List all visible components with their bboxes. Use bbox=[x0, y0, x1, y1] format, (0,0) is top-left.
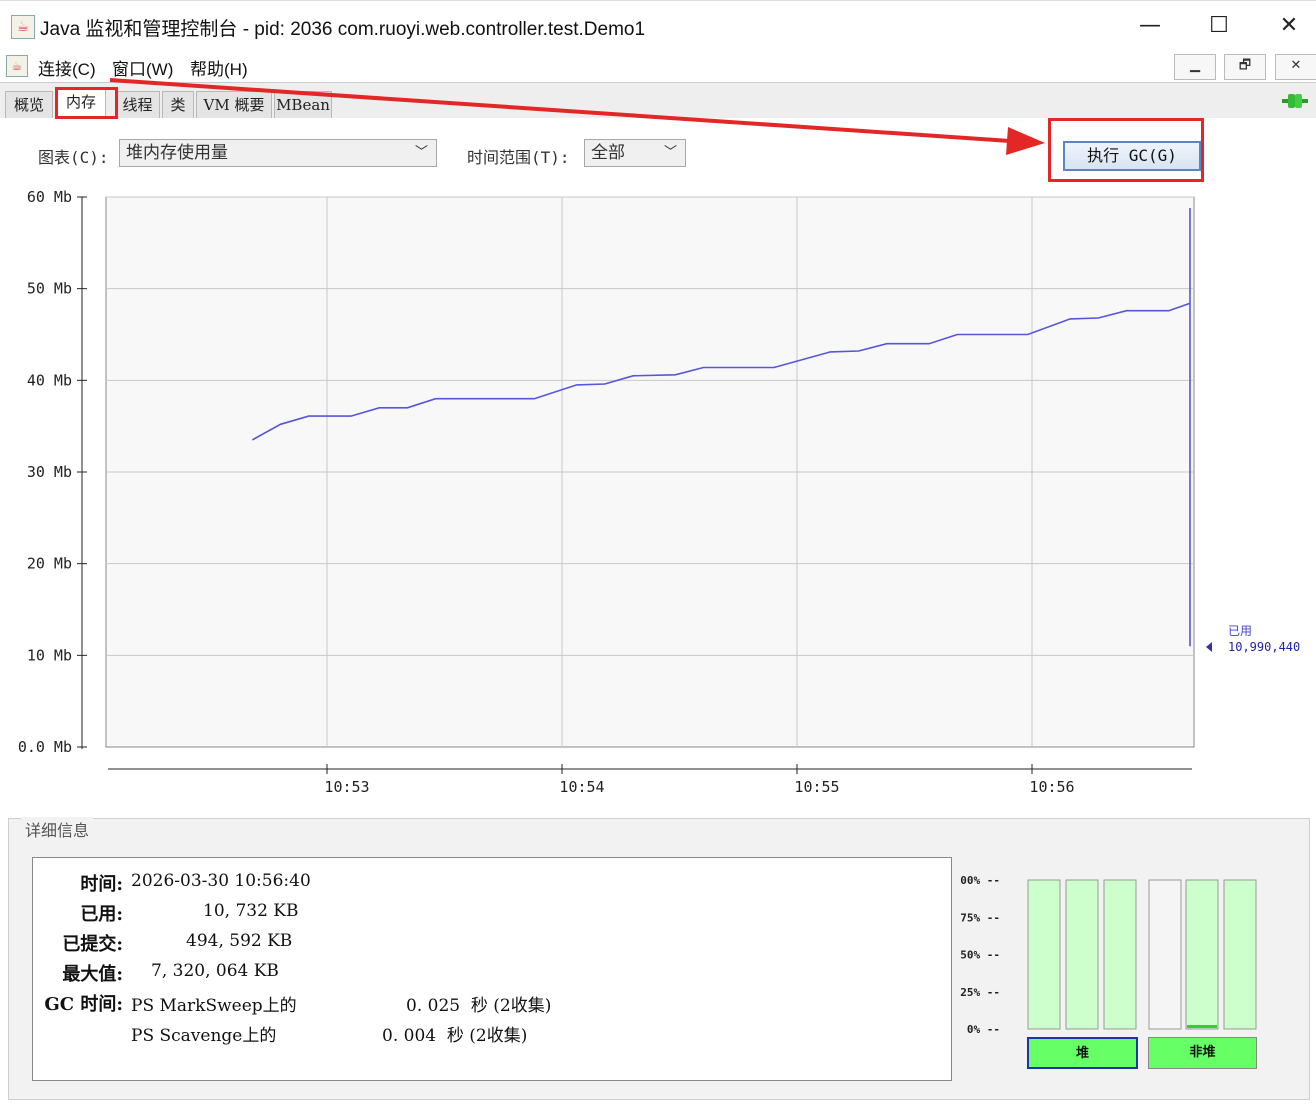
pool-percent-label: 50% -- bbox=[960, 949, 1000, 962]
pool-percent-label: 75% -- bbox=[960, 911, 1000, 924]
heap-pool-bar bbox=[1103, 879, 1137, 1030]
non-heap-pool-bar-fill bbox=[1187, 1025, 1217, 1028]
non-heap-pool-bar bbox=[1185, 879, 1219, 1030]
x-tick-label: 10:53 bbox=[324, 778, 369, 796]
max-value: 7, 320, 064 KB bbox=[151, 961, 279, 981]
used-annotation: 已用 10,990,440 bbox=[1206, 624, 1300, 654]
pool-percent-label: 100% -- bbox=[960, 874, 1000, 887]
time-value: 2026-03-30 10:56:40 bbox=[131, 871, 311, 891]
y-tick-label: 0.0 Mb bbox=[18, 738, 72, 756]
annotation-arrow-icon bbox=[1206, 642, 1212, 652]
non-heap-pool-button[interactable]: 非堆 bbox=[1148, 1037, 1257, 1069]
gc-marksweep-time: 0. 025 秒 (2收集) bbox=[406, 996, 552, 1016]
non-heap-pool-bar bbox=[1148, 879, 1182, 1030]
y-tick-label: 40 Mb bbox=[27, 371, 72, 389]
committed-key: 已提交: bbox=[62, 934, 123, 955]
y-tick-label: 50 Mb bbox=[27, 280, 72, 298]
gc-scavenge-time: 0. 004 秒 (2收集) bbox=[382, 1026, 528, 1046]
details-info-box: 时间: 2026-03-30 10:56:40 已用: 10, 732 KB 已… bbox=[32, 857, 952, 1081]
y-tick-label: 20 Mb bbox=[27, 555, 72, 573]
max-key: 最大值: bbox=[62, 964, 123, 985]
annotation-value: 10,990,440 bbox=[1228, 640, 1300, 654]
pool-percent-label: 0% -- bbox=[967, 1023, 1000, 1036]
used-value: 10, 732 KB bbox=[203, 901, 299, 921]
gc-scavenge-collector: PS Scavenge上的 bbox=[131, 1026, 277, 1046]
gc-marksweep-collector: PS MarkSweep上的 bbox=[131, 996, 297, 1016]
used-key: 已用: bbox=[80, 904, 123, 925]
x-tick-label: 10:55 bbox=[794, 778, 839, 796]
heap-pool-bar bbox=[1027, 879, 1061, 1030]
x-tick-label: 10:56 bbox=[1029, 778, 1074, 796]
heap-memory-chart: 60 Mb50 Mb40 Mb30 Mb20 Mb10 Mb0.0 Mb 10:… bbox=[18, 188, 1300, 796]
x-axis: 10:53 10:54 10:55 10:56 bbox=[108, 764, 1192, 796]
y-tick-label: 10 Mb bbox=[27, 646, 72, 664]
x-tick-label: 10:54 bbox=[559, 778, 604, 796]
non-heap-pool-bar bbox=[1223, 879, 1257, 1030]
memory-pool-bars: 100% -- 75% -- 50% -- 25% -- 0% -- bbox=[960, 874, 1257, 1036]
committed-value: 494, 592 KB bbox=[186, 931, 293, 951]
arrow-head-icon bbox=[1006, 127, 1045, 155]
y-axis: 60 Mb50 Mb40 Mb30 Mb20 Mb10 Mb0.0 Mb bbox=[18, 188, 87, 756]
time-key: 时间: bbox=[80, 874, 123, 895]
gc-time-key: GC 时间: bbox=[44, 994, 123, 1015]
details-title: 详细信息 bbox=[21, 817, 94, 841]
y-tick-label: 30 Mb bbox=[27, 463, 72, 481]
heap-pool-button[interactable]: 堆 bbox=[1027, 1037, 1138, 1069]
pool-percent-label: 25% -- bbox=[960, 986, 1000, 999]
annotation-arrow bbox=[109, 78, 1045, 155]
heap-pool-bar bbox=[1065, 879, 1099, 1030]
annotation-label: 已用 bbox=[1228, 624, 1252, 638]
